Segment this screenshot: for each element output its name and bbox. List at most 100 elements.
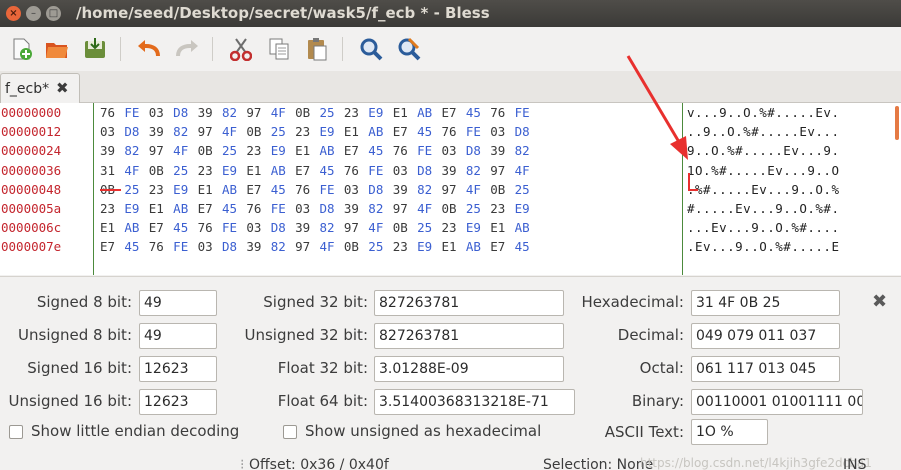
hex-byte[interactable]: 0B [295,103,319,122]
hex-byte[interactable]: 97 [246,103,270,122]
hex-byte[interactable]: 45 [173,218,197,237]
ascii-row[interactable]: #.....Ev...9..O.%#. [683,199,891,218]
hex-byte[interactable]: AB [124,218,148,237]
hex-row[interactable]: 23 E9 E1 AB E7 45 76 FE 03 D8 39 82 97 4F 0B 25 23 E9 [94,199,682,218]
hex-byte[interactable]: 97 [490,161,514,180]
hex-byte[interactable]: D8 [222,237,246,256]
unsigned-16bit-field[interactable]: 12623 [139,389,217,415]
hex-view[interactable]: 00000000 00000012 00000024 00000036 00000048… [0,103,901,275]
hex-byte[interactable]: 39 [441,161,465,180]
hex-byte[interactable]: 03 [246,218,270,237]
hex-byte[interactable]: 82 [173,122,197,141]
window-minimize-button[interactable]: – [26,6,41,21]
hex-byte[interactable]: E9 [271,141,295,160]
copy-button[interactable] [264,34,294,64]
hex-byte[interactable]: 45 [466,103,490,122]
hex-byte[interactable]: E7 [344,141,368,160]
hex-byte[interactable]: 97 [198,122,222,141]
hex-byte[interactable]: 39 [246,237,270,256]
open-file-button[interactable] [42,34,72,64]
unsigned-8bit-field[interactable]: 49 [139,323,217,349]
hex-byte[interactable]: 76 [295,180,319,199]
signed-32bit-field[interactable]: 827263781 [374,290,564,316]
hex-byte[interactable]: 0B [441,199,465,218]
hex-byte[interactable]: AB [271,161,295,180]
undo-button[interactable] [134,34,164,64]
hex-byte[interactable]: D8 [320,199,344,218]
hex-byte[interactable]: 23 [149,180,173,199]
ascii-row[interactable]: .Ev...9..O.%#.....E [683,237,891,256]
insert-mode-status[interactable]: INS [843,456,867,470]
hex-byte[interactable]: E7 [246,180,270,199]
hex-byte[interactable]: E9 [222,161,246,180]
hex-byte[interactable]: 23 [246,141,270,160]
hex-byte[interactable]: E1 [149,199,173,218]
hex-byte[interactable]: 03 [295,199,319,218]
hex-byte[interactable]: 39 [344,199,368,218]
hex-byte[interactable]: 25 [320,103,344,122]
hex-row[interactable]: 31 4F 0B 25 23 E9 E1 AB E7 45 76 FE 03 D8 39 82 97 4F [94,161,682,180]
hex-byte[interactable]: 4F [124,161,148,180]
hex-byte[interactable]: 45 [368,141,392,160]
hex-byte[interactable]: 0B [344,237,368,256]
hex-byte[interactable]: FE [320,180,344,199]
hex-byte[interactable]: 82 [417,180,441,199]
hex-byte[interactable]: 0B [393,218,417,237]
hex-row[interactable]: 39 82 97 4F 0B 25 23 E9 E1 AB E7 45 76 FE 03 D8 39 82 [94,141,682,160]
hex-byte[interactable]: 82 [515,141,539,160]
hex-byte[interactable]: 23 [393,237,417,256]
hex-byte[interactable]: 4F [271,103,295,122]
hex-byte[interactable]: E9 [417,237,441,256]
hex-byte[interactable]: E1 [393,103,417,122]
hex-byte[interactable]: AB [320,141,344,160]
hex-byte[interactable]: AB [222,180,246,199]
hex-byte[interactable]: 23 [100,199,124,218]
signed-8bit-field[interactable]: 49 [139,290,217,316]
paste-button[interactable] [302,34,332,64]
window-close-button[interactable]: × [6,6,21,21]
hex-byte[interactable]: 97 [295,237,319,256]
hex-byte[interactable]: E1 [198,180,222,199]
hex-byte[interactable]: D8 [271,218,295,237]
hex-byte[interactable]: E1 [490,218,514,237]
octal-field[interactable]: 061 117 013 045 [691,356,840,382]
float-32bit-field[interactable]: 3.01288E-09 [374,356,564,382]
hex-byte[interactable]: 03 [149,103,173,122]
hex-byte[interactable]: 39 [198,103,222,122]
hex-byte[interactable]: E1 [246,161,270,180]
hex-row[interactable]: 76 FE 03 D8 39 82 97 4F 0B 25 23 E9 E1 AB E7 45 76 FE [94,103,682,122]
hex-byte[interactable]: E9 [173,180,197,199]
hex-byte[interactable]: 45 [320,161,344,180]
little-endian-checkbox[interactable] [9,425,23,439]
hex-byte[interactable]: 82 [466,161,490,180]
hex-byte[interactable]: 0B [100,180,124,199]
window-maximize-button[interactable]: □ [46,6,61,21]
hex-byte[interactable]: 4F [222,122,246,141]
tab-close-icon[interactable]: ✖ [56,79,69,97]
ascii-row[interactable]: v...9..O.%#.....Ev. [683,103,891,122]
hex-byte[interactable]: E9 [124,199,148,218]
hex-byte[interactable]: D8 [368,180,392,199]
hex-byte[interactable]: 82 [222,103,246,122]
hex-byte[interactable]: AB [466,237,490,256]
save-file-button[interactable] [80,34,110,64]
hex-byte[interactable]: E1 [100,218,124,237]
hex-byte[interactable]: 0B [246,122,270,141]
hex-byte[interactable]: E7 [490,237,514,256]
hex-byte[interactable]: 25 [368,237,392,256]
new-file-button[interactable] [6,34,36,64]
ascii-row[interactable]: ..9..O.%#.....Ev... [683,122,891,141]
hex-byte[interactable]: FE [271,199,295,218]
hex-byte[interactable]: 23 [441,218,465,237]
hex-byte[interactable]: 25 [173,161,197,180]
hex-byte[interactable]: 25 [515,180,539,199]
hex-byte[interactable]: E1 [441,237,465,256]
hex-byte[interactable]: 03 [198,237,222,256]
hex-byte[interactable]: 39 [100,141,124,160]
hex-byte[interactable]: D8 [515,122,539,141]
hex-byte[interactable]: 23 [198,161,222,180]
find-replace-button[interactable] [394,34,424,64]
hex-byte[interactable]: 76 [100,103,124,122]
hex-byte[interactable]: E7 [441,103,465,122]
binary-field[interactable]: 00110001 01001111 00001011 00100101 [691,389,863,415]
